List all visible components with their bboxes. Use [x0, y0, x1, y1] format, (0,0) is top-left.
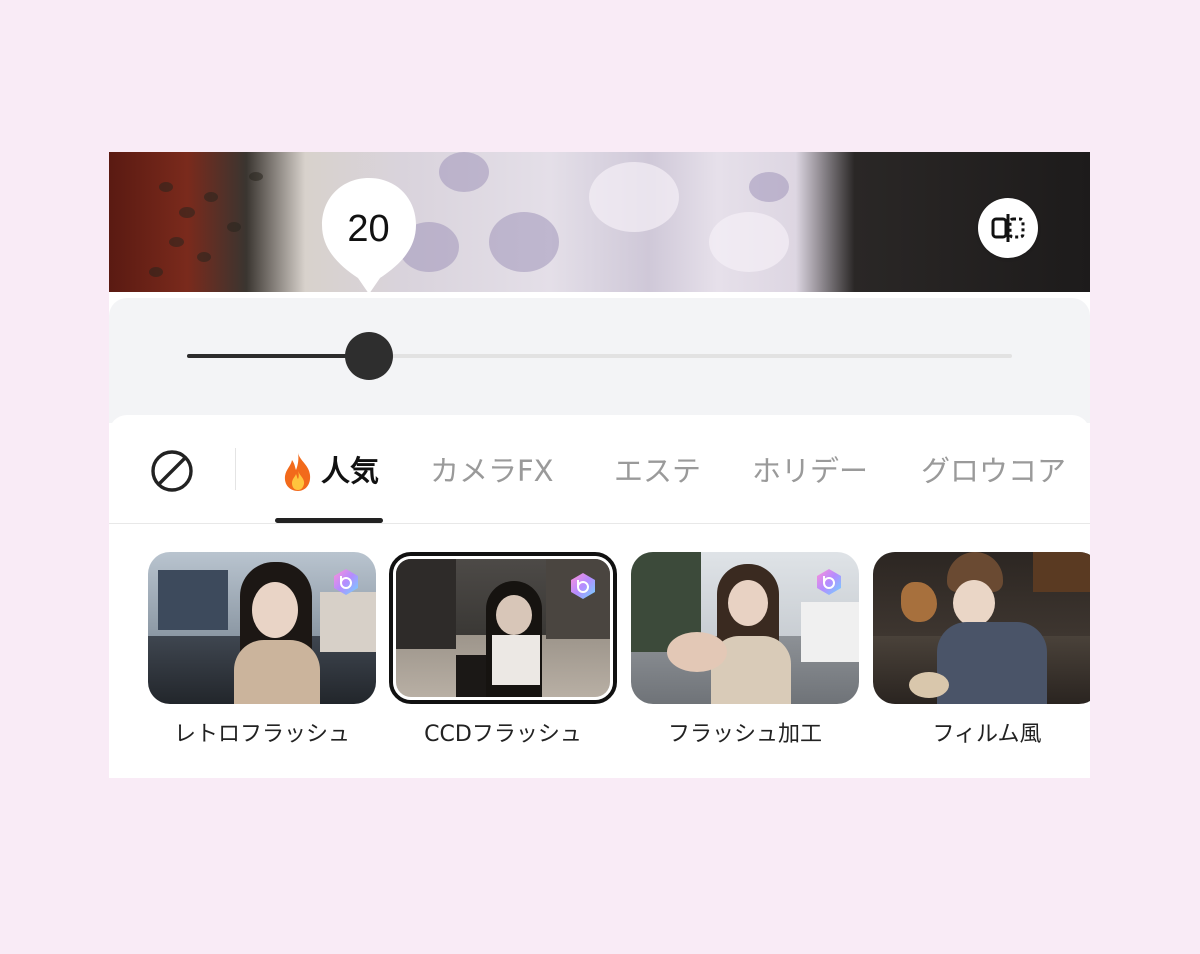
- tab-camera-fx[interactable]: カメラFX: [430, 451, 554, 491]
- compare-split-icon: [991, 214, 1025, 242]
- slider-value-label: 20: [347, 208, 390, 250]
- fire-icon: [284, 453, 311, 491]
- tab-popular[interactable]: 人気: [321, 451, 379, 491]
- filter-thumbnail: [873, 552, 1090, 704]
- photo-preview: [109, 152, 1090, 292]
- tab-bar-divider: [109, 523, 1090, 524]
- filter-label: CCDフラッシュ: [424, 722, 582, 747]
- premium-badge-icon: [571, 573, 595, 599]
- slider-value-bubble: 20: [318, 174, 420, 296]
- tab-glowcore[interactable]: グロウコア: [921, 451, 1066, 491]
- tab-holiday[interactable]: ホリデー: [752, 451, 868, 491]
- intensity-slider-thumb[interactable]: [344, 332, 393, 380]
- premium-badge-icon: [817, 569, 841, 595]
- no-filter-icon[interactable]: [150, 449, 194, 493]
- intensity-slider-fill: [187, 354, 369, 358]
- filter-thumbnail: [148, 552, 376, 704]
- intensity-panel: [109, 298, 1090, 423]
- filter-label: フラッシュ加工: [667, 722, 822, 747]
- tab-separator: [235, 448, 236, 490]
- filter-label: レトロフラッシュ: [173, 722, 350, 747]
- compare-button[interactable]: [978, 198, 1038, 258]
- tab-esthe[interactable]: エステ: [614, 451, 701, 491]
- filter-label: フィルム風: [932, 722, 1042, 747]
- filter-thumbnail: [389, 552, 617, 704]
- premium-badge-icon: [334, 569, 358, 595]
- intensity-slider-track[interactable]: [187, 354, 1012, 358]
- filter-thumbnail: [631, 552, 859, 704]
- filter-editor: 20 人気 カメラFX エステ ホリデー グロウコア レトロフラッシュ CCDフ…: [109, 152, 1090, 778]
